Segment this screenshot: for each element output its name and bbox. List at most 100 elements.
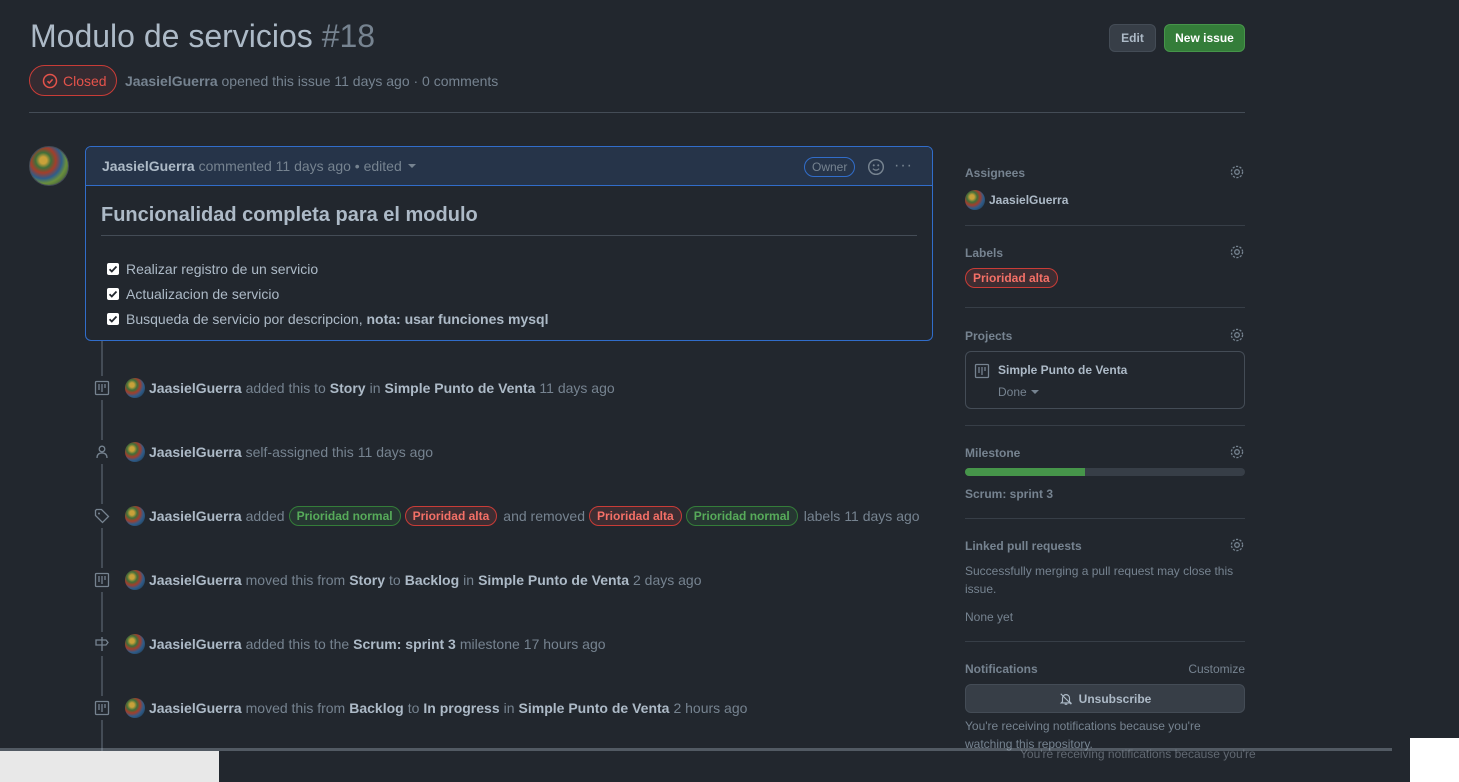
project-link[interactable]: Simple Punto de Venta [385,380,536,396]
user-link[interactable]: JaasielGuerra [149,444,242,460]
labels-title[interactable]: Labels [965,246,1003,260]
project-icon [974,363,990,379]
event-time[interactable]: 11 days ago [358,444,433,460]
event-text: added this to [245,380,326,396]
gear-icon[interactable] [1229,164,1245,180]
avatar[interactable] [125,634,145,654]
milestone-name[interactable]: Scrum: sprint 3 [965,487,1053,501]
label-list: Prioridad alta [963,268,1060,288]
divider [965,518,1245,519]
linked-prs-title[interactable]: Linked pull requests [965,539,1082,553]
task-item: Realizar registro de un servicio [101,256,917,281]
assignees-title[interactable]: Assignees [965,166,1025,180]
column-name: Backlog [349,700,404,716]
gear-icon[interactable] [1229,444,1245,460]
divider [965,225,1245,226]
issue-number: #18 [321,18,376,54]
ghost-notification-text: You're receiving notifications because y… [1020,747,1256,761]
labels-section: Labels [965,244,1245,262]
assignee-name[interactable]: JaasielGuerra [989,193,1068,207]
milestone-progress-bar [965,468,1245,476]
label-badge[interactable]: Prioridad alta [589,506,682,526]
user-link[interactable]: JaasielGuerra [149,636,242,652]
task-text: Busqueda de servicio por descripcion, [126,310,367,327]
issue-closed-icon [42,73,58,88]
timeline-event: JaasielGuerra moved this from Story to B… [90,567,702,593]
milestone-link[interactable]: Scrum: sprint 3 [353,636,456,652]
gear-icon[interactable] [1229,244,1245,260]
project-link[interactable]: Simple Punto de Venta [478,572,629,588]
project-icon [90,376,114,400]
issue-meta-text: opened this issue 11 days ago · 0 commen… [221,73,499,89]
linked-prs-section: Linked pull requests [965,537,1245,555]
avatar[interactable] [125,698,145,718]
new-issue-button[interactable]: New issue [1164,24,1245,52]
event-time[interactable]: 2 hours ago [673,700,747,716]
comment-body: Funcionalidad completa para el modulo Re… [86,186,932,331]
avatar[interactable] [125,506,145,526]
column-name: Backlog [404,572,460,588]
label-badge[interactable]: Prioridad alta [965,268,1058,288]
user-link[interactable]: JaasielGuerra [149,380,242,396]
divider [965,425,1245,426]
issue-title: Modulo de servicios #18 [30,18,375,55]
comment-author-link[interactable]: JaasielGuerra [102,158,195,174]
user-link[interactable]: JaasielGuerra [149,508,242,524]
column-name: Story [349,572,386,588]
label-badge[interactable]: Prioridad normal [685,506,798,526]
avatar[interactable] [125,570,145,590]
linked-prs-none: None yet [965,610,1014,624]
edit-button[interactable]: Edit [1109,24,1156,52]
customize-link[interactable]: Customize [1188,660,1245,678]
event-text: in [503,700,515,716]
kebab-menu-icon[interactable]: ··· [894,157,913,175]
avatar[interactable] [125,378,145,398]
project-link[interactable]: Simple Punto de Venta [519,700,670,716]
event-text: to [407,700,420,716]
event-text: added [245,508,285,524]
projects-section: Projects [965,327,1245,345]
tag-icon [90,504,114,528]
event-text: in [463,572,475,588]
chevron-down-icon[interactable] [407,164,416,168]
label-badge[interactable]: Prioridad alta [404,506,498,526]
project-name[interactable]: Simple Punto de Venta [998,363,1127,377]
user-link[interactable]: JaasielGuerra [149,572,242,588]
user-link[interactable]: JaasielGuerra [149,700,242,716]
event-time[interactable]: 17 hours ago [524,636,606,652]
task-item: Actualizacion de servicio [101,281,917,306]
event-time[interactable]: 11 days ago [539,380,614,396]
milestone-icon [90,632,114,656]
avatar[interactable] [125,442,145,462]
project-status-dropdown[interactable]: Done [998,385,1039,399]
divider [965,641,1245,642]
checkbox-checked-icon[interactable] [107,287,119,300]
event-text: in [369,380,381,396]
task-item: Busqueda de servicio por descripcion, no… [101,306,917,331]
checkbox-checked-icon[interactable] [107,312,119,325]
timeline-event: JaasielGuerra added this to Story in Sim… [90,375,615,401]
owner-badge: Owner [804,157,856,177]
assignee-item[interactable]: JaasielGuerra [965,190,1068,210]
smiley-icon[interactable] [867,158,885,176]
assignees-section: Assignees [965,164,1245,182]
event-text: self-assigned this [245,444,354,460]
project-card: Simple Punto de Venta Done [965,351,1245,409]
event-time[interactable]: 2 days ago [633,572,702,588]
projects-title[interactable]: Projects [965,329,1012,343]
comment-box: JaasielGuerra commented 11 days ago • ed… [85,146,933,341]
column-name: In progress [423,700,500,716]
timeline-event: JaasielGuerra added this to the Scrum: s… [90,631,606,657]
event-time[interactable]: 11 days ago [844,508,919,524]
label-badge[interactable]: Prioridad normal [288,506,401,526]
author-link[interactable]: JaasielGuerra [125,73,218,89]
comment-meta[interactable]: commented 11 days ago • edited [199,158,402,174]
unsubscribe-button[interactable]: Unsubscribe [965,684,1245,713]
gear-icon[interactable] [1229,537,1245,553]
status-badge: Closed [29,65,117,96]
milestone-title[interactable]: Milestone [965,446,1020,460]
unsubscribe-label: Unsubscribe [1078,691,1152,706]
avatar[interactable] [29,146,69,186]
gear-icon[interactable] [1229,327,1245,343]
checkbox-checked-icon[interactable] [107,262,119,275]
